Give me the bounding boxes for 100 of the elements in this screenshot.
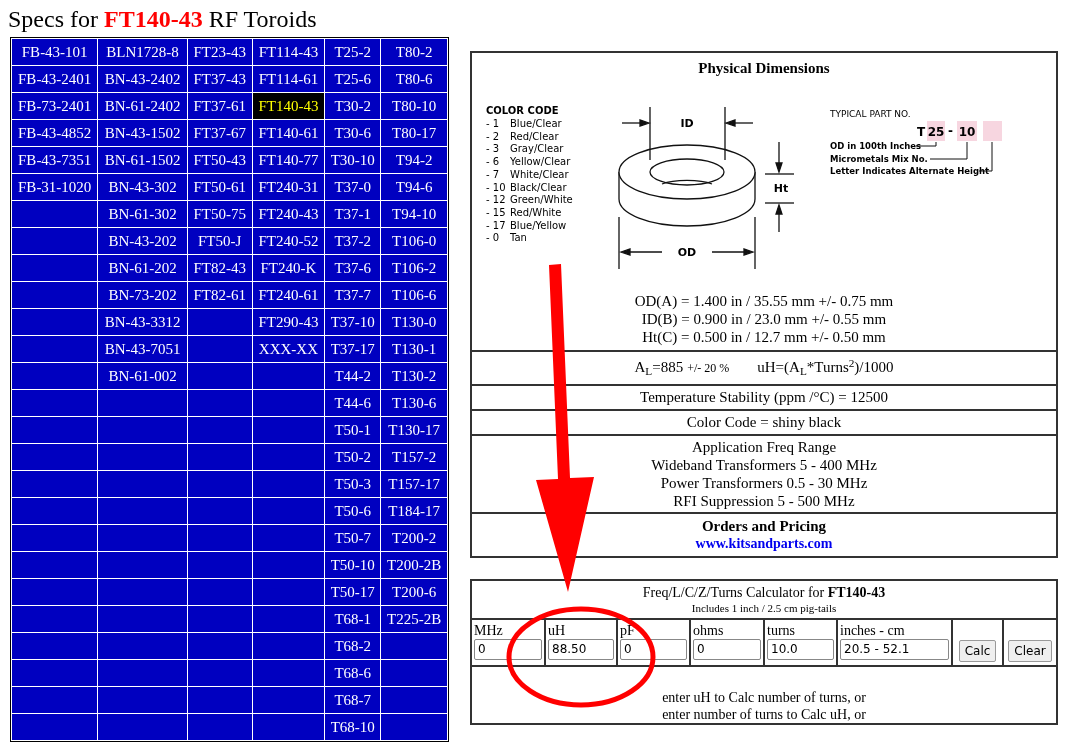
part-link[interactable]: FT50-43: [187, 147, 252, 173]
part-link[interactable]: T50-1: [325, 417, 381, 443]
part-link[interactable]: FT82-61: [187, 282, 252, 308]
input-field[interactable]: 0: [620, 638, 687, 660]
part-link[interactable]: BN-43-7051: [98, 336, 187, 362]
part-link[interactable]: BN-61-2402: [98, 93, 187, 119]
part-link[interactable]: T130-2: [381, 363, 447, 389]
part-link[interactable]: FT50-75: [187, 201, 252, 227]
part-link[interactable]: T68-2: [325, 633, 381, 659]
input-field[interactable]: 20.5 - 52.1: [840, 638, 949, 660]
part-link[interactable]: FT140-77: [252, 147, 325, 173]
part-link[interactable]: BN-61-202: [98, 255, 187, 281]
part-link[interactable]: BN-43-1502: [98, 120, 187, 146]
part-link[interactable]: FB-43-4852: [12, 120, 98, 146]
part-link[interactable]: T37-17: [325, 336, 381, 362]
part-link[interactable]: T80-6: [381, 66, 447, 92]
part-link[interactable]: T37-6: [325, 255, 381, 281]
part-link[interactable]: FB-43-2401: [12, 66, 98, 92]
part-link[interactable]: FT50-J: [187, 228, 252, 254]
part-link[interactable]: T68-10: [325, 714, 381, 740]
part-link[interactable]: T37-1: [325, 201, 381, 227]
input-field[interactable]: 10.0: [767, 638, 834, 660]
part-link[interactable]: BN-43-2402: [98, 66, 187, 92]
part-link[interactable]: T200-2: [381, 525, 447, 551]
part-link[interactable]: T200-2B: [381, 552, 447, 578]
part-link[interactable]: T94-6: [381, 174, 447, 200]
part-link[interactable]: FT140-61: [252, 120, 325, 146]
part-link[interactable]: T50-3: [325, 471, 381, 497]
part-link[interactable]: T50-2: [325, 444, 381, 470]
part-link[interactable]: BN-73-202: [98, 282, 187, 308]
table-cell: [381, 633, 447, 659]
part-link[interactable]: T106-0: [381, 228, 447, 254]
part-link[interactable]: T25-2: [325, 39, 381, 65]
input-field[interactable]: 0: [474, 638, 542, 660]
part-link[interactable]: BN-43-202: [98, 228, 187, 254]
part-link[interactable]: FT240-31: [252, 174, 325, 200]
part-link[interactable]: T50-17: [325, 579, 381, 605]
part-link[interactable]: XXX-XX: [252, 336, 325, 362]
part-link[interactable]: FT240-61: [252, 282, 325, 308]
part-link[interactable]: T37-7: [325, 282, 381, 308]
input-field[interactable]: 0: [693, 638, 761, 660]
part-link[interactable]: BN-61-002: [98, 363, 187, 389]
part-link[interactable]: T44-6: [325, 390, 381, 416]
part-link[interactable]: BLN1728-8: [98, 39, 187, 65]
part-link[interactable]: T130-0: [381, 309, 447, 335]
color-code-number: - 15: [485, 206, 505, 218]
part-link[interactable]: T106-2: [381, 255, 447, 281]
part-link[interactable]: T30-10: [325, 147, 381, 173]
part-link[interactable]: FB-43-101: [12, 39, 98, 65]
part-link[interactable]: T68-7: [325, 687, 381, 713]
part-link[interactable]: T68-1: [325, 606, 381, 632]
part-link[interactable]: T30-6: [325, 120, 381, 146]
part-link[interactable]: FT37-67: [187, 120, 252, 146]
part-link[interactable]: BN-43-302: [98, 174, 187, 200]
part-link[interactable]: FB-31-1020: [12, 174, 98, 200]
part-link[interactable]: T157-2: [381, 444, 447, 470]
part-link[interactable]: BN-61-302: [98, 201, 187, 227]
part-link[interactable]: FT290-43: [252, 309, 325, 335]
part-link[interactable]: T50-7: [325, 525, 381, 551]
part-link[interactable]: T37-0: [325, 174, 381, 200]
part-link[interactable]: T25-6: [325, 66, 381, 92]
part-link[interactable]: T68-6: [325, 660, 381, 686]
part-link[interactable]: T37-2: [325, 228, 381, 254]
calc-button[interactable]: Clear: [1008, 639, 1052, 662]
part-link[interactable]: BN-61-1502: [98, 147, 187, 173]
part-link[interactable]: FT114-61: [252, 66, 325, 92]
part-link[interactable]: T80-2: [381, 39, 447, 65]
part-link[interactable]: T80-10: [381, 93, 447, 119]
part-link[interactable]: T130-17: [381, 417, 447, 443]
part-link[interactable]: FT37-43: [187, 66, 252, 92]
part-link[interactable]: FT23-43: [187, 39, 252, 65]
calc-button[interactable]: Calc: [958, 639, 997, 662]
part-link[interactable]: FT240-K: [252, 255, 325, 281]
website-link[interactable]: www.kitsandparts.com: [695, 534, 833, 553]
part-link[interactable]: T130-1: [381, 336, 447, 362]
part-link[interactable]: T44-2: [325, 363, 381, 389]
part-link[interactable]: T30-2: [325, 93, 381, 119]
part-link[interactable]: FB-43-7351: [12, 147, 98, 173]
part-link[interactable]: T106-6: [381, 282, 447, 308]
part-link[interactable]: T37-10: [325, 309, 381, 335]
part-link[interactable]: T50-10: [325, 552, 381, 578]
part-link[interactable]: FB-73-2401: [12, 93, 98, 119]
part-link[interactable]: T184-17: [381, 498, 447, 524]
part-link[interactable]: T80-17: [381, 120, 447, 146]
part-link[interactable]: FT50-61: [187, 174, 252, 200]
part-link[interactable]: T94-10: [381, 201, 447, 227]
part-link[interactable]: FT37-61: [187, 93, 252, 119]
part-link[interactable]: T130-6: [381, 390, 447, 416]
part-link[interactable]: FT114-43: [252, 39, 325, 65]
part-link[interactable]: T50-6: [325, 498, 381, 524]
part-link[interactable]: T94-2: [381, 147, 447, 173]
part-link[interactable]: T200-6: [381, 579, 447, 605]
part-link[interactable]: T225-2B: [381, 606, 447, 632]
part-link[interactable]: FT140-43: [252, 93, 325, 119]
part-link[interactable]: FT240-43: [252, 201, 325, 227]
input-field[interactable]: 88.50: [548, 638, 614, 660]
part-link[interactable]: FT240-52: [252, 228, 325, 254]
part-link[interactable]: T157-17: [381, 471, 447, 497]
part-link[interactable]: FT82-43: [187, 255, 252, 281]
part-link[interactable]: BN-43-3312: [98, 309, 187, 335]
